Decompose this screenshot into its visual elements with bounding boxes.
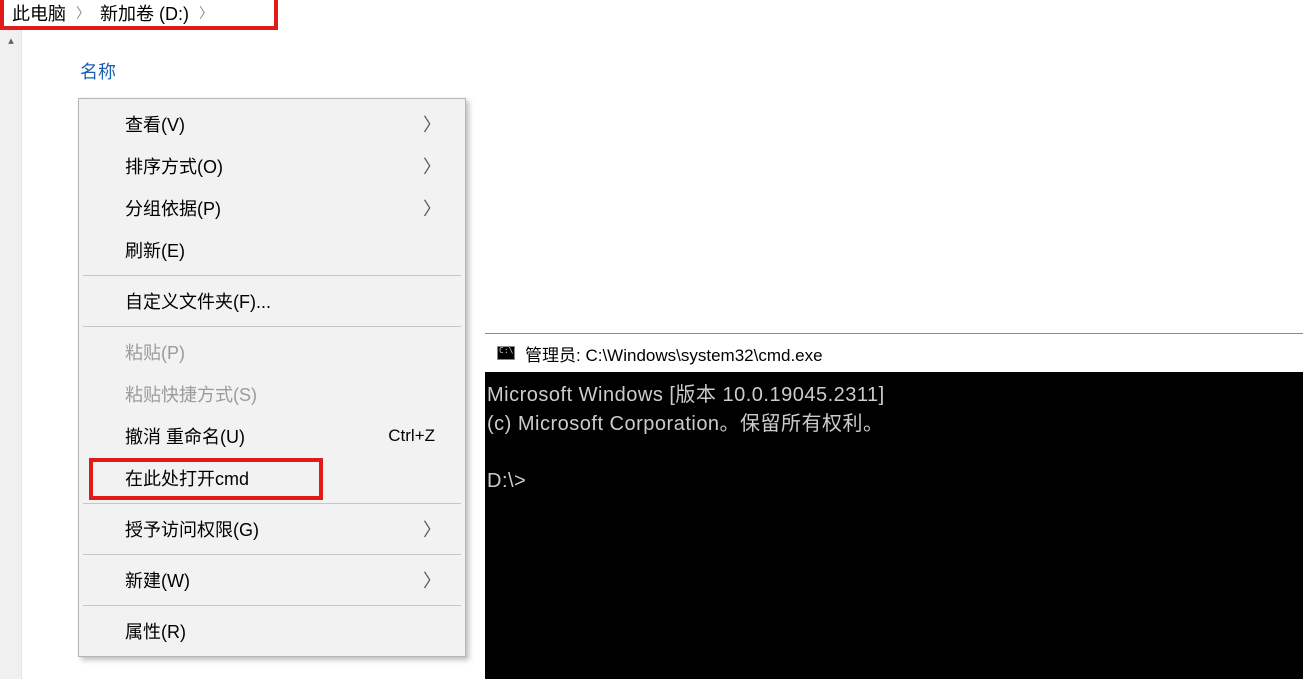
menu-item-properties[interactable]: 属性(R) [81,610,463,652]
menu-label: 粘贴(P) [125,339,185,365]
chevron-right-icon: 〉 [423,111,441,137]
menu-separator [83,326,461,327]
menu-item-customize-folder[interactable]: 自定义文件夹(F)... [81,280,463,322]
menu-item-view[interactable]: 查看(V) 〉 [81,103,463,145]
cmd-prompt: D:\> [487,470,526,492]
cmd-line-copyright: (c) Microsoft Corporation。保留所有权利。 [487,413,884,435]
cmd-body[interactable]: Microsoft Windows [版本 10.0.19045.2311] (… [485,372,1303,679]
chevron-right-icon: 〉 [423,153,441,179]
menu-label: 新建(W) [125,567,190,593]
menu-item-new[interactable]: 新建(W) 〉 [81,559,463,601]
cmd-titlebar[interactable]: 管理员: C:\Windows\system32\cmd.exe [485,334,1303,372]
scroll-up-icon[interactable]: ▴ [0,30,22,50]
menu-item-refresh[interactable]: 刷新(E) [81,229,463,271]
cmd-line-version: Microsoft Windows [版本 10.0.19045.2311] [487,384,885,406]
column-header-name[interactable]: 名称 [80,58,116,84]
menu-label: 撤消 重命名(U) [125,423,245,449]
menu-item-grant-access[interactable]: 授予访问权限(G) 〉 [81,508,463,550]
menu-separator [83,554,461,555]
menu-separator [83,605,461,606]
menu-label: 分组依据(P) [125,195,221,221]
chevron-right-icon: 〉 [423,567,441,593]
cmd-window-title: 管理员: C:\Windows\system32\cmd.exe [525,341,823,366]
breadcrumb-seg-drive-d[interactable]: 新加卷 (D:) [100,0,189,26]
menu-separator [83,503,461,504]
menu-separator [83,275,461,276]
menu-shortcut: Ctrl+Z [388,426,435,446]
menu-label: 自定义文件夹(F)... [125,288,271,314]
breadcrumb[interactable]: 此电脑 〉 新加卷 (D:) 〉 [0,0,278,30]
vertical-scrollbar[interactable]: ▴ [0,30,22,679]
menu-label: 粘贴快捷方式(S) [125,381,257,407]
chevron-right-icon: 〉 [423,195,441,221]
chevron-right-icon: 〉 [76,3,90,23]
menu-label: 属性(R) [125,618,186,644]
context-menu: 查看(V) 〉 排序方式(O) 〉 分组依据(P) 〉 刷新(E) 自定义文件夹… [78,98,466,657]
menu-label: 刷新(E) [125,237,185,263]
menu-item-group[interactable]: 分组依据(P) 〉 [81,187,463,229]
breadcrumb-seg-this-pc[interactable]: 此电脑 [12,0,66,26]
cmd-window: 管理员: C:\Windows\system32\cmd.exe Microso… [485,333,1303,679]
menu-item-paste-shortcut: 粘贴快捷方式(S) [81,373,463,415]
menu-label: 排序方式(O) [125,153,223,179]
chevron-right-icon: 〉 [423,516,441,542]
chevron-right-icon: 〉 [199,3,213,23]
menu-label: 授予访问权限(G) [125,516,259,542]
menu-label: 查看(V) [125,111,185,137]
menu-item-open-cmd-here[interactable]: 在此处打开cmd [81,457,463,499]
menu-item-sort[interactable]: 排序方式(O) 〉 [81,145,463,187]
menu-item-paste: 粘贴(P) [81,331,463,373]
cmd-icon [497,346,515,360]
menu-item-undo-rename[interactable]: 撤消 重命名(U) Ctrl+Z [81,415,463,457]
menu-label: 在此处打开cmd [125,465,249,491]
